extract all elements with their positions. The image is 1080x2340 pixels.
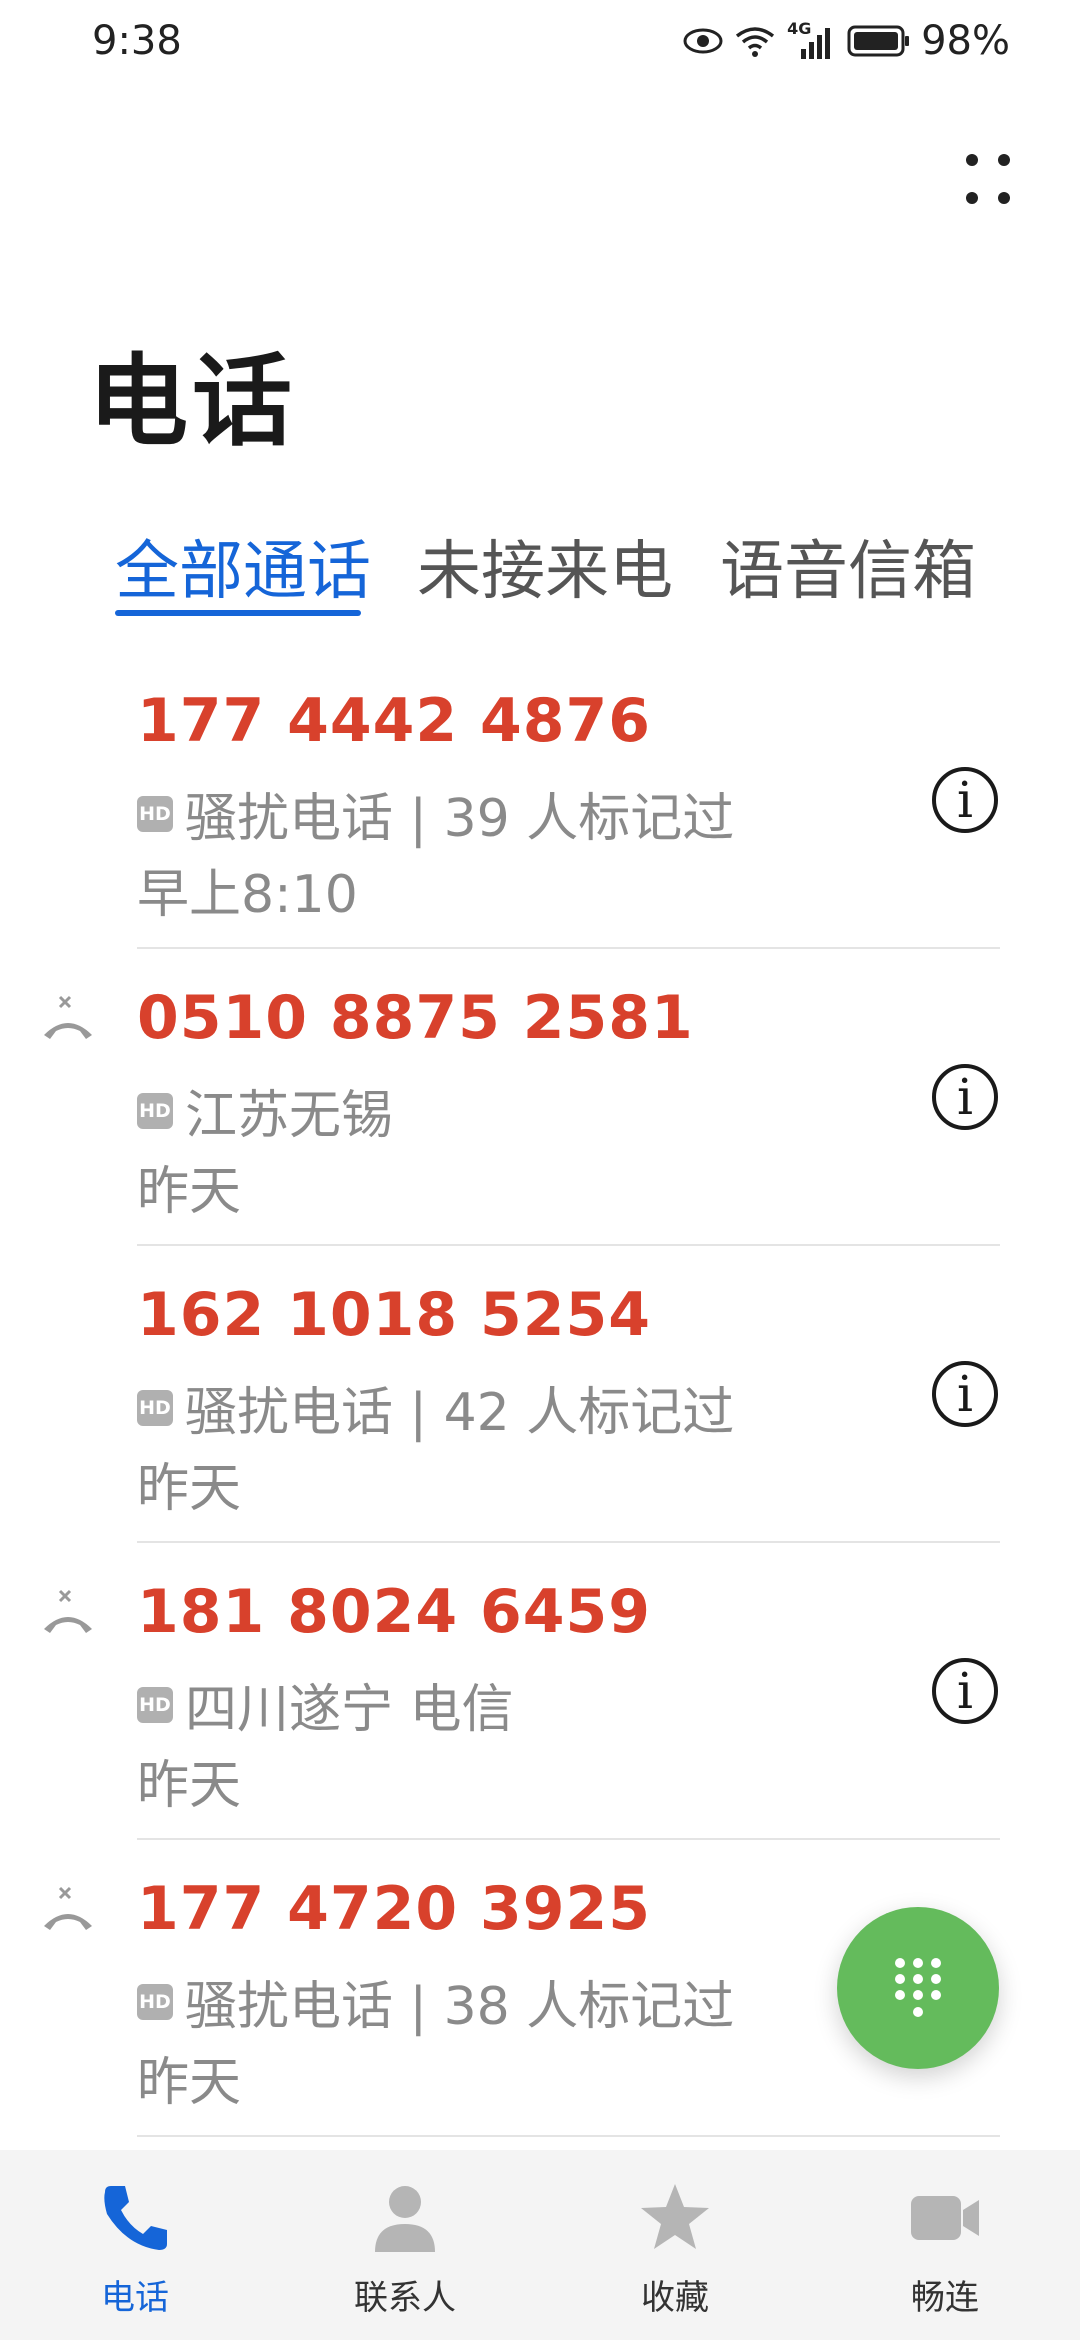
network-type: 4G	[787, 19, 812, 38]
call-row[interactable]: 162 1018 5254 HD 骚扰电话 | 42 人标记过 昨天 i	[0, 1246, 1080, 1543]
nav-contacts[interactable]: 联系人	[315, 2180, 495, 2319]
info-icon[interactable]: i	[932, 1064, 998, 1130]
hd-badge: HD	[137, 1389, 173, 1426]
active-tab-indicator	[115, 610, 361, 616]
call-number: 0510 8875 2581	[137, 983, 694, 1053]
info-icon[interactable]: i	[932, 1361, 998, 1427]
call-time: 早上8:10	[137, 865, 358, 925]
status-time: 9:38	[92, 18, 182, 64]
status-icons: 4G 98%	[683, 18, 1010, 64]
nav-label: 电话	[101, 2278, 169, 2318]
video-icon	[911, 2196, 979, 2240]
hd-badge: HD	[137, 1092, 173, 1129]
call-number: 181 8024 6459	[137, 1577, 652, 1647]
star-icon	[641, 2184, 709, 2249]
nav-label: 联系人	[354, 2278, 456, 2318]
battery-icon	[847, 25, 910, 57]
hd-badge: HD	[137, 795, 173, 832]
nav-meetime[interactable]: 畅连	[855, 2180, 1035, 2319]
eye-icon	[683, 28, 723, 54]
missed-call-icon	[44, 995, 92, 1039]
tab-missed-calls[interactable]: 未接来电	[417, 520, 673, 612]
dialpad-button[interactable]	[837, 1907, 999, 2069]
call-detail-text: 四川遂宁 电信	[185, 1680, 514, 1740]
divider	[137, 2135, 1000, 2137]
nav-label: 收藏	[641, 2278, 709, 2318]
call-detail-text: 江苏无锡	[185, 1086, 394, 1146]
missed-call-icon	[44, 1886, 92, 1930]
nav-phone[interactable]: 电话	[45, 2180, 225, 2319]
hd-badge: HD	[137, 1686, 173, 1723]
call-detail: HD 江苏无锡	[137, 1073, 393, 1148]
call-detail-text: 骚扰电话 | 38 人标记过	[185, 1977, 735, 2037]
call-row[interactable]: 0510 8875 2581 HD 江苏无锡 昨天 i	[0, 949, 1080, 1246]
person-icon	[375, 2186, 435, 2252]
hd-badge: HD	[137, 1983, 173, 2020]
call-row[interactable]: 181 8024 6459 HD 四川遂宁 电信 昨天 i	[0, 1543, 1080, 1840]
more-options-button[interactable]	[948, 140, 1028, 220]
tab-all-calls[interactable]: 全部通话	[115, 520, 371, 612]
battery-percent: 98%	[921, 18, 1010, 64]
page-title: 电话	[88, 343, 296, 460]
call-time: 昨天	[137, 1459, 242, 1519]
call-time: 昨天	[137, 1756, 242, 1816]
nav-favorites[interactable]: 收藏	[585, 2180, 765, 2319]
info-icon[interactable]: i	[932, 767, 998, 833]
bottom-navigation: 电话 联系人 收藏 畅连	[0, 2150, 1080, 2340]
signal-icon: 4G	[787, 19, 837, 61]
call-time: 昨天	[137, 1162, 242, 1222]
call-number: 177 4442 4876	[137, 686, 652, 756]
wifi-icon	[736, 27, 775, 57]
call-row[interactable]: 177 4442 4876 HD 骚扰电话 | 39 人标记过 早上8:10 i	[0, 652, 1080, 949]
call-number: 162 1018 5254	[137, 1280, 652, 1350]
tab-voicemail[interactable]: 语音信箱	[720, 520, 976, 612]
call-detail: HD 四川遂宁 电信	[137, 1667, 514, 1742]
missed-call-icon	[44, 1589, 92, 1633]
dialpad-icon	[895, 1958, 941, 2017]
call-time: 昨天	[137, 2053, 242, 2113]
nav-label: 畅连	[911, 2278, 979, 2318]
phone-icon	[104, 2186, 167, 2250]
call-detail-text: 骚扰电话 | 42 人标记过	[185, 1383, 735, 1443]
call-detail-text: 骚扰电话 | 39 人标记过	[185, 789, 735, 849]
call-number: 177 4720 3925	[137, 1874, 652, 1944]
call-detail: HD 骚扰电话 | 42 人标记过	[137, 1370, 734, 1445]
info-icon[interactable]: i	[932, 1658, 998, 1724]
call-detail: HD 骚扰电话 | 38 人标记过	[137, 1964, 734, 2039]
call-detail: HD 骚扰电话 | 39 人标记过	[137, 776, 734, 851]
